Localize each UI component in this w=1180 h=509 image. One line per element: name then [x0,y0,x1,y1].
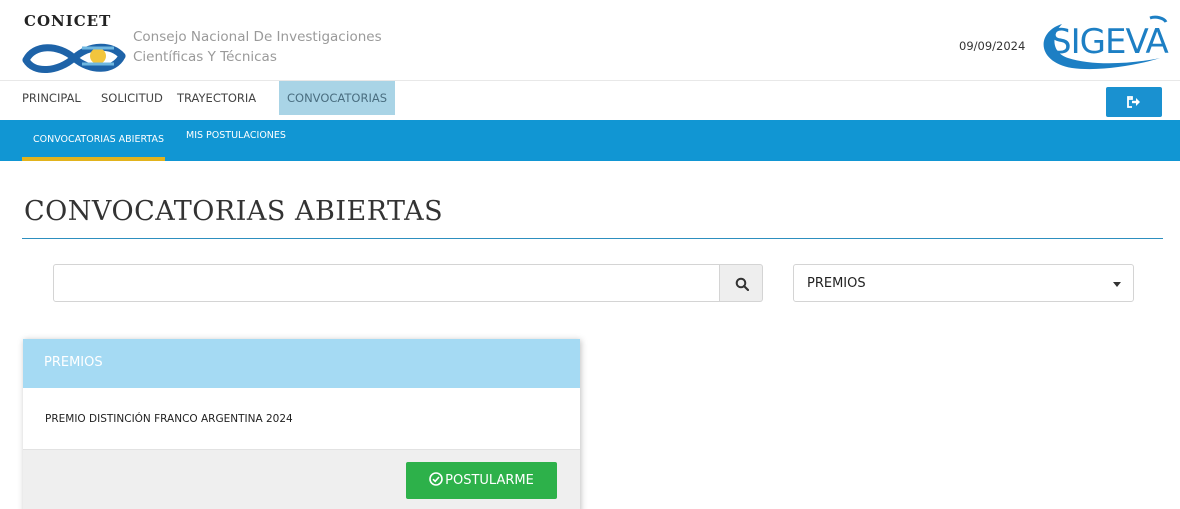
sign-out-icon [1127,96,1140,108]
postularme-label: POSTULARME [445,473,534,488]
chevron-down-icon [1113,282,1121,287]
card-header-title: PREMIOS [44,355,103,370]
conicet-logo[interactable]: CONICET [22,12,132,78]
card-header: PREMIOS [23,339,580,388]
convocatoria-card: PREMIOS PREMIO DISTINCIÓN FRANCO ARGENTI… [23,339,580,509]
logout-button[interactable] [1106,87,1162,117]
title-divider [22,238,1163,239]
subnav-item-convocatorias-abiertas[interactable]: CONVOCATORIAS ABIERTAS [33,134,164,145]
sigeva-brand-text: SIGEVA [1050,22,1169,62]
active-tab-indicator [22,157,165,161]
conicet-infinity-icon [22,43,126,73]
search-button[interactable] [720,264,763,302]
page-title: CONVOCATORIAS ABIERTAS [24,196,444,227]
logo-text: CONICET [24,12,112,30]
category-select-value: PREMIOS [807,276,866,291]
search-icon [735,277,749,291]
main-nav: PRINCIPAL SOLICITUD TRAYECTORIA CONVOCAT… [0,80,1180,120]
convocatoria-title: PREMIO DISTINCIÓN FRANCO ARGENTINA 2024 [45,413,293,425]
postularme-button[interactable]: POSTULARME [406,462,557,499]
nav-item-convocatorias[interactable]: CONVOCATORIAS [279,81,396,115]
category-select[interactable]: PREMIOS [793,264,1134,302]
org-name-line-1: Consejo Nacional De Investigaciones [133,29,382,45]
nav-item-solicitud[interactable]: SOLICITUD [101,81,163,115]
card-body: PREMIO DISTINCIÓN FRANCO ARGENTINA 2024 [23,388,580,450]
check-circle-icon [429,472,443,486]
sub-nav: CONVOCATORIAS ABIERTAS MIS POSTULACIONES [0,120,1180,161]
org-name-line-2: Científicas Y Técnicas [133,49,277,65]
subnav-item-mis-postulaciones[interactable]: MIS POSTULACIONES [186,130,286,141]
sigeva-logo[interactable]: SIGEVA [1032,14,1172,76]
app-header: CONICET Consejo Nacional De Investigacio… [0,0,1180,80]
current-date: 09/09/2024 [959,39,1026,53]
nav-item-principal[interactable]: PRINCIPAL [22,81,81,115]
nav-item-trayectoria[interactable]: TRAYECTORIA [177,81,256,115]
organization-name: Consejo Nacional De Investigaciones Cien… [133,27,382,67]
search-input[interactable] [53,264,720,302]
